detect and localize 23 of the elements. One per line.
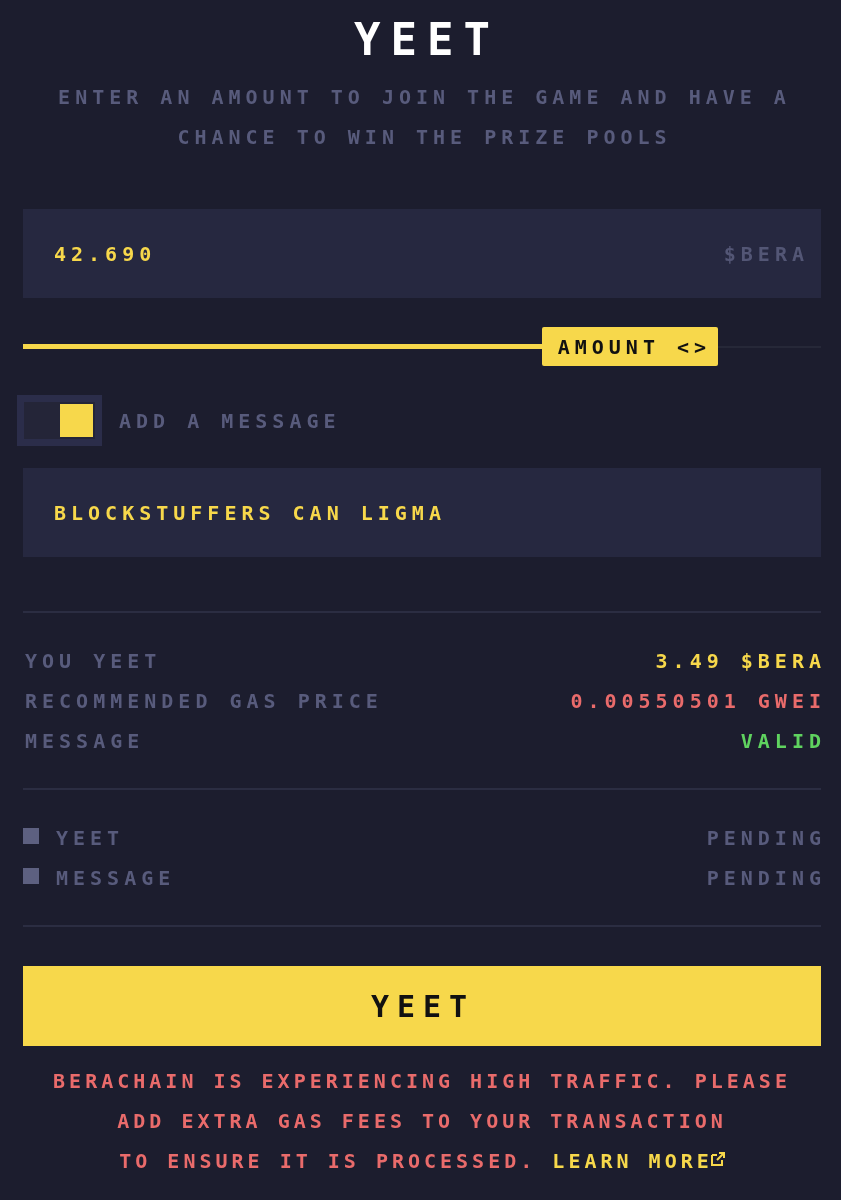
square-icon [23, 828, 39, 844]
summary-label: MESSAGE [24, 729, 145, 753]
summary-value: 0.00550501 GWEI [570, 689, 826, 713]
message-toggle[interactable] [17, 395, 102, 446]
traffic-warning: BERACHAIN IS EXPERIENCING HIGH TRAFFIC. PLEASE ADD EXTRA GAS FEES TO YOUR TRANSACTION TO ENSURE IT IS PROCESSED. LEARN MORE [52, 1068, 792, 1175]
step-label: YEET [55, 826, 125, 850]
amount-slider[interactable]: AMOUNT <> [23, 327, 821, 366]
page-title: YEET [353, 13, 500, 67]
message-input[interactable]: BLOCKSTUFFERS CAN LIGMA [23, 468, 821, 557]
summary-label: RECOMMENDED GAS PRICE [24, 689, 383, 713]
page-subtitle: ENTER AN AMOUNT TO JOIN THE GAME AND HAVE A CHANCE TO WIN THE PRIZE POOLS [57, 84, 792, 151]
external-link-icon [710, 1152, 725, 1166]
slider-handle[interactable]: AMOUNT <> [541, 327, 719, 366]
toggle-label: ADD A MESSAGE [119, 408, 341, 433]
learn-more-link[interactable]: LEARN MORE [552, 1149, 725, 1173]
summary-label: YOU YEET [24, 649, 162, 673]
square-icon [23, 868, 39, 884]
step-status: PENDING [705, 826, 826, 850]
summary-value: 3.49 $BERA [655, 649, 826, 673]
step-status: PENDING [705, 866, 826, 890]
step-label: MESSAGE [55, 866, 176, 890]
yeet-button[interactable]: YEET [23, 966, 821, 1046]
summary-value: VALID [740, 729, 826, 753]
